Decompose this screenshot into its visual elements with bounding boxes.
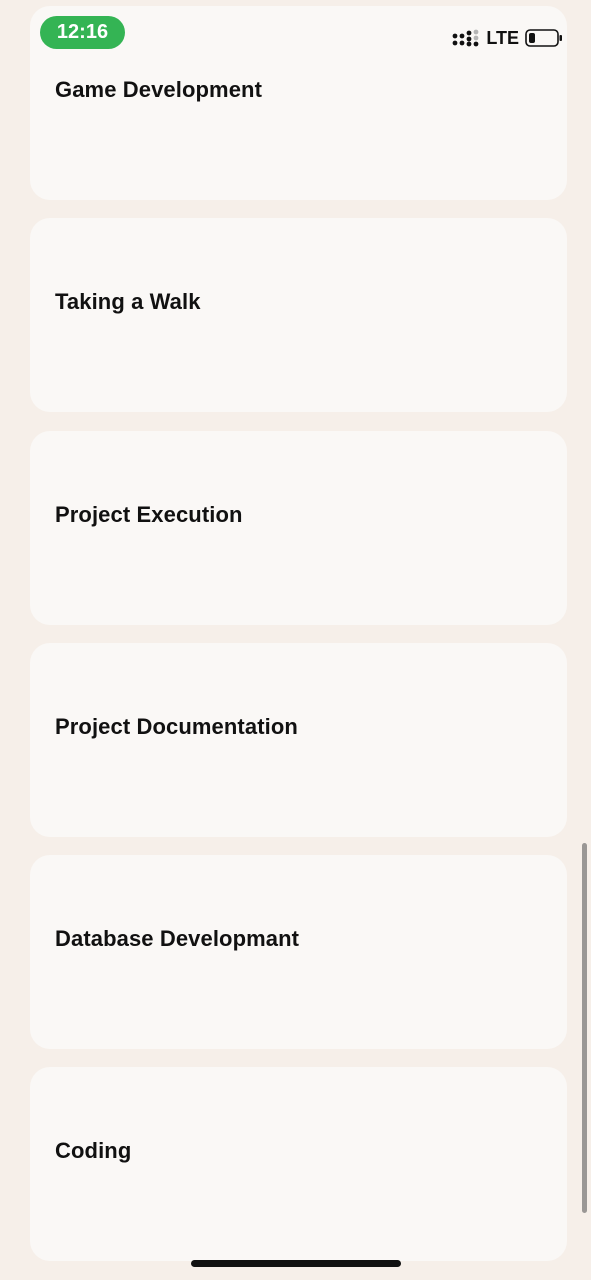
- list-item-title: Taking a Walk: [55, 289, 201, 314]
- list-item-title: Coding: [55, 1138, 132, 1163]
- list-item-title: Project Documentation: [55, 714, 298, 739]
- status-time: 12:16: [40, 16, 125, 49]
- home-indicator[interactable]: [191, 1260, 401, 1267]
- list-item-project-execution[interactable]: Project Execution: [30, 431, 567, 625]
- status-indicators: LTE: [452, 26, 563, 50]
- list-item-coding[interactable]: Coding: [30, 1067, 567, 1261]
- signal-icon: [452, 29, 479, 47]
- list-item-project-documentation[interactable]: Project Documentation: [30, 643, 567, 837]
- list-item-title: Project Execution: [55, 502, 243, 527]
- screen: Game Development Taking a Walk Project E…: [0, 0, 591, 1280]
- scrollbar[interactable]: [582, 843, 587, 1213]
- list-item-taking-a-walk[interactable]: Taking a Walk: [30, 218, 567, 412]
- list-item-title: Game Development: [55, 77, 263, 102]
- list-item-database-development[interactable]: Database Developmant: [30, 855, 567, 1049]
- network-label: LTE: [486, 27, 519, 48]
- battery-icon: [525, 29, 562, 47]
- list-item-title: Database Developmant: [55, 926, 300, 951]
